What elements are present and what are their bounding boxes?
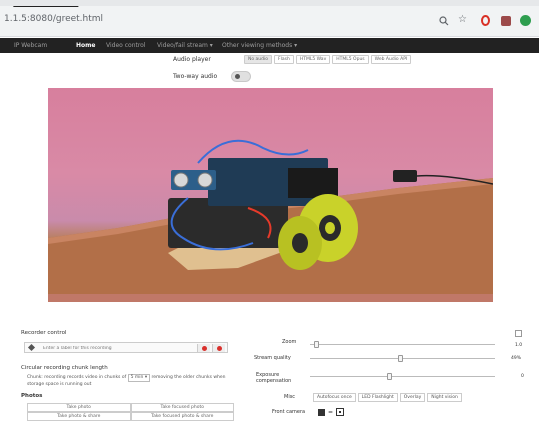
stream-quality-slider[interactable] [310,355,495,362]
night-vision-button[interactable]: Night vision [427,393,462,402]
take-photo-share-button[interactable]: Take photo & share [27,412,131,421]
nav-other-viewing-methods-menu[interactable]: Other viewing methods ▾ [222,42,297,49]
audio-html5-wav-button[interactable]: HTML5 Wav [295,55,331,64]
chunk-length-select[interactable]: 5 min ▾ [127,374,151,382]
zoom-icon[interactable] [439,16,449,26]
recorder-input-group [24,342,228,353]
front-camera-controls: = [318,408,345,416]
browser-toolbar: 1.1.5:8080/greet.html ☆ [0,0,539,37]
bookmark-star-icon[interactable]: ☆ [458,15,468,25]
zoom-slider-thumb[interactable] [314,341,320,348]
camera-front-icon[interactable] [336,408,345,416]
swap-icon: = [328,408,334,416]
exposure-slider[interactable] [310,373,495,380]
misc-label: Misc [284,394,296,400]
audio-no-audio-button[interactable]: No audio [244,55,273,64]
two-way-audio-toggle[interactable] [231,71,251,82]
opera-extension-icon[interactable] [481,15,490,26]
camera-back-icon[interactable] [318,408,325,416]
sensor-eye-left [173,172,189,188]
tab-strip [0,0,539,6]
zoom-slider[interactable] [310,341,495,348]
chunk-length-title: Circular recording chunk length [21,365,108,371]
autofocus-once-button[interactable]: Autofocus once [313,393,356,402]
recording-label-input[interactable] [43,344,193,352]
chunk-text-prefix: Chunk: recording records video in chunks… [27,375,127,380]
video-stream[interactable] [48,88,493,302]
quality-slider-thumb[interactable] [397,355,403,362]
robot-motor-driver [288,168,338,198]
audio-flash-button[interactable]: Flash [274,55,294,64]
record-circular-button[interactable] [212,344,225,352]
take-photo-button[interactable]: Take photo [27,403,131,412]
front-camera-label: Front camera [272,409,306,415]
exposure-value: 0 [521,374,524,379]
tag-icon [27,343,36,352]
nav-brand[interactable]: IP Webcam [14,42,47,49]
record-icon [202,345,207,351]
video-frame-scene [48,139,493,302]
photos-title: Photos [21,393,43,399]
sensor-eye-right [197,172,213,188]
audio-html5-opus-button[interactable]: HTML5 Opus [332,55,369,64]
nav-home[interactable]: Home [76,42,95,49]
exposure-compensation-label: Exposure compensation [256,372,291,384]
record-icon [217,345,222,351]
chunk-length-description: Chunk: recording records video in chunks… [27,374,237,388]
take-focused-photo-share-button[interactable]: Take focused photo & share [130,412,234,421]
nav-video-control[interactable]: Video control [106,42,146,49]
stream-quality-label: Stream quality [254,355,291,361]
two-way-audio-label: Two-way audio [173,73,218,80]
take-focused-photo-button[interactable]: Take focused photo [130,403,234,412]
profile-avatar-icon[interactable] [520,15,531,26]
wheel-axle [325,222,335,234]
nav-video-stream-menu[interactable]: Video/fail stream ▾ [157,42,213,49]
photos-button-grid: Take photo Take focused photo Take photo… [27,403,234,421]
led-flashlight-button[interactable]: LED Flashlight [357,393,398,402]
audio-player-button-group: No audio Flash HTML5 Wav HTML5 Opus Web … [244,55,412,64]
toggle-knob [235,74,240,79]
recorder-control-title: Recorder control [21,330,67,336]
app-navbar: IP Webcam Home Video control Video/fail … [0,38,539,53]
audio-player-label: Audio player [173,56,211,63]
exposure-slider-thumb[interactable] [386,373,392,380]
zoom-value: 1.0 [515,343,523,348]
record-button[interactable] [197,344,210,352]
zoom-label: Zoom [282,339,297,345]
fullscreen-checkbox-icon[interactable] [515,330,522,337]
stream-quality-value: 49% [511,356,522,361]
exposure-label-line-2: compensation [256,378,292,384]
address-bar[interactable]: 1.1.5:8080/greet.html [4,14,103,24]
charger [393,170,417,182]
pen-annotation [13,0,80,7]
extension-icon[interactable] [501,16,511,26]
audio-web-audio-button[interactable]: Web Audio API [370,55,412,64]
wheel-hub-front [292,233,308,253]
overlay-button[interactable]: Overlay [399,393,426,402]
bottom-glare [48,294,493,302]
misc-button-group: Autofocus once LED Flashlight Overlay Ni… [313,393,462,402]
